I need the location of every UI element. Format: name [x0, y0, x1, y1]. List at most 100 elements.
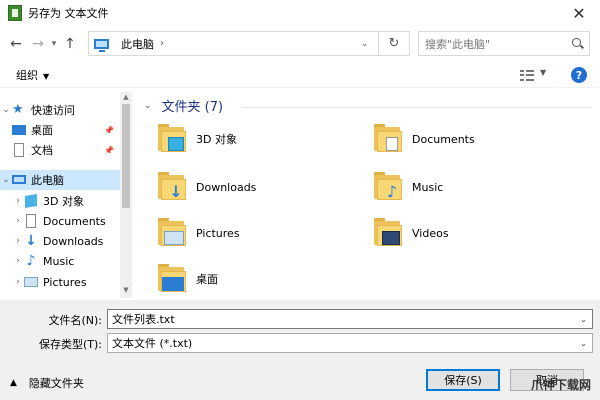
downloads-icon: ↓ [25, 233, 37, 249]
pin-icon[interactable]: 📌 [104, 126, 114, 135]
toolbar: 组织 ▼ ▼ ? [0, 62, 600, 88]
window-title: 另存为 文本文件 [28, 7, 109, 20]
address-bar[interactable]: 此电脑 › ⌄ [88, 31, 410, 56]
folder-music[interactable]: ♪ Music [372, 164, 572, 210]
search-input[interactable]: 搜索"此电脑" [418, 31, 590, 56]
chevron-up-icon[interactable]: ▲ [10, 378, 17, 388]
music-note-icon: ♪ [386, 182, 398, 201]
folder-documents[interactable]: Documents [372, 116, 572, 162]
tree-item-music[interactable]: › ♪ Music [12, 251, 120, 271]
tree-item-label: 文档 [31, 144, 53, 157]
folder-desktop[interactable]: 桌面 [156, 256, 356, 298]
back-button[interactable]: ← [6, 36, 26, 52]
picture-icon [164, 231, 184, 245]
recent-locations-button[interactable]: ▾ [48, 39, 60, 49]
filename-value[interactable]: 文件列表.txt [112, 311, 175, 327]
tree-item-documents-pinned[interactable]: 文档 📌 [12, 140, 120, 160]
desktop-icon [162, 277, 184, 291]
refresh-button[interactable]: ↻ [378, 31, 410, 56]
folders-group-header[interactable]: ⌄ 文件夹 (7) [144, 96, 223, 115]
hide-folders-toggle[interactable]: ▲ 隐藏文件夹 [10, 375, 84, 391]
chevron-down-icon[interactable]: ⌄ [580, 339, 587, 348]
navigation-pane-scrollbar[interactable]: ▲ ▼ [120, 92, 132, 298]
music-icon: ♪ [26, 253, 36, 269]
tree-item-this-pc[interactable]: ⌄ 此电脑 [0, 170, 120, 190]
3d-objects-icon [24, 193, 38, 209]
expand-chevron-icon[interactable]: › [12, 196, 24, 206]
search-placeholder: 搜索"此电脑" [425, 37, 491, 51]
chevron-down-icon[interactable]: ⌄ [580, 315, 587, 324]
file-type-value[interactable]: 文本文件 (*.txt) [112, 335, 192, 351]
folder-icon [156, 218, 188, 248]
view-dropdown-icon[interactable]: ▼ [540, 68, 546, 77]
group-divider [242, 107, 592, 108]
folder-icon [372, 124, 404, 154]
tree-item-label: Documents [43, 214, 106, 228]
tree-item-label: Downloads [43, 234, 104, 248]
watermark-text: 爪神下载网 [531, 378, 592, 392]
tree-item-downloads[interactable]: › ↓ Downloads [12, 231, 120, 251]
folder-icon [156, 264, 188, 294]
folder-downloads[interactable]: ↓ Downloads [156, 164, 356, 210]
help-icon[interactable]: ? [571, 67, 587, 83]
expand-chevron-icon[interactable]: › [12, 256, 24, 266]
save-button[interactable]: 保存(S) [426, 369, 500, 391]
desktop-icon [12, 123, 26, 137]
view-options-icon[interactable] [520, 69, 534, 81]
collapse-chevron-icon[interactable]: ⌄ [144, 101, 152, 111]
file-type-label: 保存类型(T): [38, 338, 102, 351]
navigation-bar: ← → ▾ ↑ 此电脑 › ⌄ ↻ 搜索"此电脑" [0, 28, 600, 60]
organize-caret-icon: ▼ [43, 71, 50, 81]
folder-videos[interactable]: Videos [372, 210, 572, 256]
folder-icon [156, 124, 188, 154]
breadcrumb-chevron-icon[interactable]: › [160, 38, 164, 49]
expand-chevron-icon[interactable]: › [12, 236, 24, 246]
folder-icon: ♪ [372, 172, 404, 202]
group-label: 文件夹 (7) [161, 100, 224, 115]
scroll-down-icon[interactable]: ▼ [120, 286, 132, 294]
folder-label: Videos [412, 226, 449, 240]
title-bar: 另存为 文本文件 ✕ [0, 0, 600, 26]
search-icon[interactable] [572, 38, 581, 47]
tree-item-label: Pictures [43, 275, 87, 289]
folder-pictures[interactable]: Pictures [156, 210, 356, 256]
organize-button[interactable]: 组织 ▼ [16, 67, 49, 83]
pin-icon[interactable]: 📌 [104, 146, 114, 155]
tree-item-documents[interactable]: › Documents [12, 211, 120, 231]
star-icon: ★ [12, 102, 24, 117]
file-type-select[interactable]: 文本文件 (*.txt) ⌄ [107, 333, 593, 353]
tree-item-quick-access[interactable]: ⌄ ★ 快速访问 [0, 100, 120, 120]
collapse-chevron-icon[interactable]: ⌄ [0, 175, 12, 185]
folder-label: Pictures [196, 226, 240, 240]
tree-item-label: Music [43, 254, 75, 268]
tree-item-label: 快速访问 [31, 104, 75, 117]
scrollbar-thumb[interactable] [122, 104, 130, 208]
folder-view: ⌄ 文件夹 (7) 3D 对象 Documents ↓ Downloads ♪ … [134, 92, 600, 298]
folder-label: 桌面 [196, 273, 218, 286]
collapse-chevron-icon[interactable]: ⌄ [0, 105, 12, 115]
filename-field[interactable]: 文件列表.txt ⌄ [107, 309, 593, 329]
filename-label: 文件名(N): [48, 314, 102, 327]
expand-chevron-icon[interactable]: › [12, 277, 24, 287]
close-button[interactable]: ✕ [564, 0, 594, 26]
tree-item-desktop[interactable]: 桌面 📌 [12, 120, 120, 140]
3d-cube-icon [168, 137, 184, 151]
address-text[interactable]: 此电脑 [121, 36, 154, 52]
address-dropdown-button[interactable]: ⌄ [353, 32, 375, 55]
folder-3d-objects[interactable]: 3D 对象 [156, 116, 356, 162]
notepad-icon [8, 5, 22, 21]
up-button[interactable]: ↑ [60, 36, 80, 52]
tree-item-label: 桌面 [31, 124, 53, 137]
computer-icon [12, 173, 26, 187]
expand-chevron-icon[interactable]: › [12, 216, 24, 226]
document-icon [12, 143, 26, 157]
navigation-pane: ⌄ ★ 快速访问 桌面 📌 文档 📌 ⌄ 此电脑 › 3D 对象 › Docum… [0, 92, 120, 298]
tree-item-pictures[interactable]: › Pictures [12, 272, 120, 292]
scroll-up-icon[interactable]: ▲ [120, 93, 132, 101]
pictures-icon [24, 275, 38, 289]
documents-icon [24, 214, 38, 228]
forward-button[interactable]: → [28, 36, 48, 52]
folder-label: 3D 对象 [196, 133, 237, 146]
folder-label: Documents [412, 132, 475, 146]
tree-item-3d-objects[interactable]: › 3D 对象 [12, 191, 120, 211]
